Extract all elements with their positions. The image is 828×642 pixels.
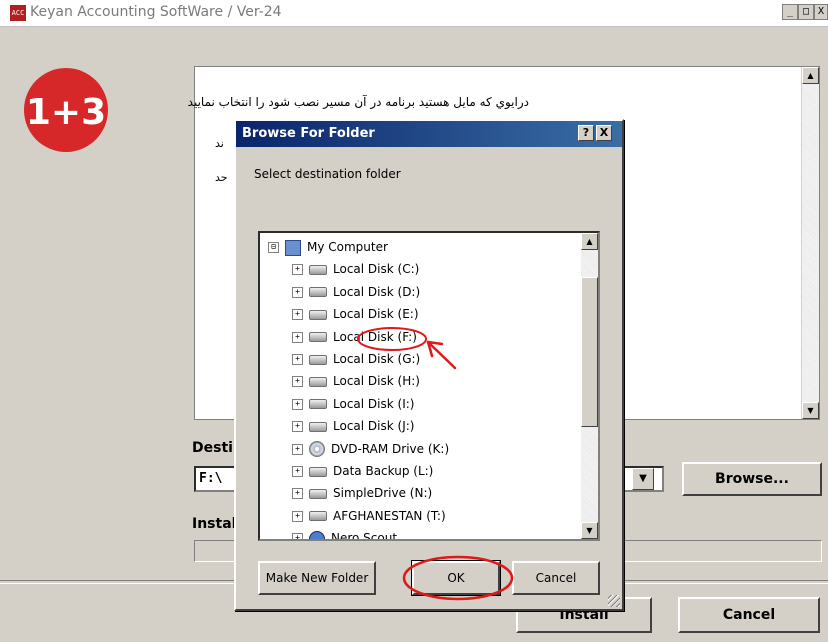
drive-icon <box>309 421 327 432</box>
tree-item[interactable]: + Local Disk (C:) <box>292 259 419 279</box>
expand-icon[interactable]: + <box>292 376 303 388</box>
info-text-line: حد <box>215 171 228 184</box>
expand-icon[interactable]: + <box>292 264 303 276</box>
tree-item-label: Local Disk (J:) <box>333 419 415 434</box>
info-text-line: ند <box>215 137 224 150</box>
tree-item-label: Local Disk (F:) <box>333 329 417 344</box>
folder-tree[interactable]: ⊟ My Computer + Local Disk (C:) + Local Disk … <box>258 231 600 541</box>
window-title-bar[interactable]: ACC Keyan Accounting SoftWare / Ver-24 _… <box>0 0 828 27</box>
info-scrollbar[interactable]: ▲ ▼ <box>801 67 819 419</box>
tree-item[interactable]: + Local Disk (G:) <box>292 349 420 369</box>
computer-icon <box>285 239 301 256</box>
collapse-icon[interactable]: ⊟ <box>268 242 279 253</box>
resize-grip-icon[interactable] <box>608 595 620 607</box>
browse-button[interactable]: Browse... <box>682 462 822 496</box>
minimize-button[interactable]: _ <box>782 4 798 20</box>
tree-item-label: SimpleDrive (N:) <box>333 486 433 501</box>
expand-icon[interactable]: + <box>292 354 303 365</box>
dialog-close-button[interactable]: X <box>596 125 612 141</box>
drive-icon <box>309 309 327 320</box>
cancel-button[interactable]: Cancel <box>678 597 820 633</box>
tree-item-label: Nero Scout <box>331 531 398 541</box>
expand-icon[interactable]: + <box>292 466 303 477</box>
expand-icon[interactable]: + <box>292 331 303 343</box>
expand-icon[interactable]: + <box>292 398 303 410</box>
drive-icon <box>309 399 327 410</box>
tree-item[interactable]: + Local Disk (F:) <box>292 327 417 347</box>
drive-icon <box>309 287 327 298</box>
tree-item-label: DVD-RAM Drive (K:) <box>331 441 450 456</box>
tree-item[interactable]: + Local Disk (H:) <box>292 371 420 391</box>
window-title: Keyan Accounting SoftWare / Ver-24 <box>30 4 282 20</box>
scroll-down-icon[interactable]: ▼ <box>802 402 819 419</box>
scroll-down-icon[interactable]: ▼ <box>581 522 598 539</box>
expand-icon[interactable]: + <box>292 421 303 433</box>
expand-icon[interactable]: + <box>292 533 303 539</box>
app-logo: 1+3 <box>24 68 108 152</box>
tree-item[interactable]: + Local Disk (J:) <box>292 416 414 436</box>
scroll-up-icon[interactable]: ▲ <box>581 233 598 250</box>
help-button[interactable]: ? <box>578 125 594 141</box>
expand-icon[interactable]: + <box>292 443 303 455</box>
info-text-line: درایوي که مایل هستید برنامه در آن مسیر ن… <box>187 95 529 109</box>
drive-icon <box>309 466 327 477</box>
dialog-cancel-button[interactable]: Cancel <box>512 561 600 595</box>
tree-item[interactable]: + Local Disk (D:) <box>292 282 420 302</box>
tree-item[interactable]: + Local Disk (E:) <box>292 304 419 324</box>
tree-item-label: Local Disk (E:) <box>333 307 419 322</box>
browse-folder-dialog: Browse For Folder ? X Select destination… <box>234 119 624 611</box>
tree-item-label: Local Disk (G:) <box>333 352 421 366</box>
install-label: Instal <box>192 516 237 532</box>
tree-item-label: AFGHANESTAN (T:) <box>333 508 446 523</box>
drive-icon <box>309 511 327 522</box>
tree-item-label: Local Disk (I:) <box>333 396 415 411</box>
tree-scrollbar[interactable]: ▲ ▼ <box>581 233 598 539</box>
tree-item[interactable]: ⊟ My Computer <box>268 237 388 257</box>
dvd-icon <box>309 441 325 458</box>
tree-item[interactable]: + Data Backup (L:) <box>292 461 433 481</box>
dialog-title: Browse For Folder <box>242 126 375 141</box>
drive-icon <box>309 332 327 343</box>
chevron-down-icon[interactable]: ▼ <box>632 468 654 490</box>
scroll-up-icon[interactable]: ▲ <box>802 67 819 84</box>
close-button[interactable]: X <box>814 4 828 20</box>
destination-label: Desti <box>192 440 233 456</box>
expand-icon[interactable]: + <box>292 286 303 298</box>
tree-item-label: Data Backup (L:) <box>333 464 434 478</box>
drive-icon <box>309 354 327 365</box>
tree-item[interactable]: + Local Disk (I:) <box>292 394 414 414</box>
tree-item-label: My Computer <box>307 240 388 254</box>
ok-button[interactable]: OK <box>411 560 501 596</box>
app-icon: ACC <box>10 5 26 21</box>
maximize-button[interactable]: □ <box>798 4 814 20</box>
dialog-description: Select destination folder <box>254 167 401 181</box>
network-icon <box>309 530 325 539</box>
drive-icon <box>309 376 327 387</box>
drive-icon <box>309 488 327 499</box>
tree-item-label: Local Disk (D:) <box>333 284 421 299</box>
expand-icon[interactable]: + <box>292 510 303 522</box>
make-new-folder-button[interactable]: Make New Folder <box>258 561 376 595</box>
tree-item[interactable]: + AFGHANESTAN (T:) <box>292 506 446 526</box>
tree-item-label: Local Disk (C:) <box>333 262 420 277</box>
expand-icon[interactable]: + <box>292 309 303 321</box>
expand-icon[interactable]: + <box>292 488 303 500</box>
tree-item-label: Local Disk (H:) <box>333 374 420 389</box>
tree-item[interactable]: + SimpleDrive (N:) <box>292 483 432 503</box>
tree-item[interactable]: + Nero Scout <box>292 528 398 541</box>
scroll-thumb[interactable] <box>581 277 598 427</box>
dialog-title-bar[interactable]: Browse For Folder ? X <box>236 121 622 147</box>
tree-item[interactable]: + DVD-RAM Drive (K:) <box>292 439 449 459</box>
drive-icon <box>309 264 327 275</box>
logo-text: 1+3 <box>26 92 106 133</box>
